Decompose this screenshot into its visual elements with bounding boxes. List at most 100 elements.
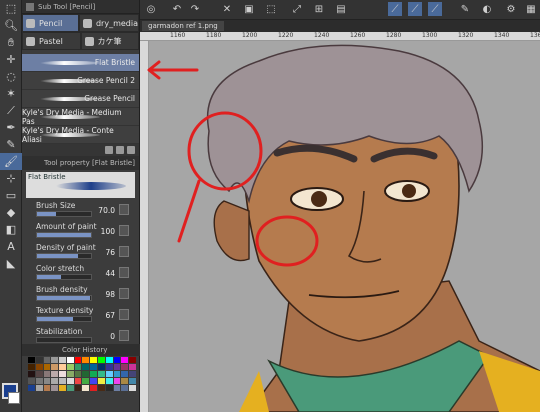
palette-swatch[interactable] bbox=[82, 364, 90, 370]
palette-swatch[interactable] bbox=[66, 357, 74, 363]
dropdown-icon[interactable] bbox=[119, 267, 129, 278]
redo-icon[interactable]: ↷ bbox=[188, 2, 202, 16]
brush-item-kyle-medium-pastel[interactable]: Kyle's Dry Media - Medium Pas bbox=[22, 108, 139, 126]
palette-swatch[interactable] bbox=[90, 371, 98, 377]
palette-swatch[interactable] bbox=[35, 378, 43, 384]
brush-item-kyle-conte[interactable]: Kyle's Dry Media - Conte Aliasi bbox=[22, 126, 139, 144]
palette-swatch[interactable] bbox=[113, 378, 121, 384]
airbrush-icon[interactable]: ⊹ bbox=[0, 170, 22, 187]
undo-icon[interactable]: ↶ bbox=[170, 2, 184, 16]
palette-swatch[interactable] bbox=[74, 357, 82, 363]
palette-swatch[interactable] bbox=[43, 364, 51, 370]
palette-swatch[interactable] bbox=[98, 385, 105, 391]
gradient-icon[interactable]: ◧ bbox=[0, 221, 22, 238]
eraser-icon[interactable]: ▭ bbox=[0, 187, 22, 204]
palette-swatch[interactable] bbox=[113, 364, 121, 370]
canvas[interactable] bbox=[149, 41, 540, 412]
layer-icon[interactable]: ▦ bbox=[524, 2, 538, 16]
magnify-icon[interactable]: 🔍︎ bbox=[0, 17, 22, 34]
brush-item-grease-pencil-2[interactable]: Grease Pencil 2 bbox=[22, 72, 139, 90]
prop-slider[interactable] bbox=[36, 274, 92, 280]
palette-swatch[interactable] bbox=[129, 378, 136, 384]
palette-swatch[interactable] bbox=[98, 371, 105, 377]
select-icon[interactable]: ⬚ bbox=[0, 0, 22, 17]
palette-swatch[interactable] bbox=[129, 357, 136, 363]
dropdown-icon[interactable] bbox=[119, 288, 129, 299]
palette-swatch[interactable] bbox=[105, 378, 113, 384]
palette-swatch[interactable] bbox=[105, 364, 113, 370]
snap-ruler-icon[interactable]: ⟋ bbox=[388, 2, 402, 16]
dropdown-icon[interactable] bbox=[119, 330, 129, 341]
palette-swatch[interactable] bbox=[82, 357, 90, 363]
palette-swatch[interactable] bbox=[43, 371, 51, 377]
snap-grid-icon[interactable]: ⟋ bbox=[428, 2, 442, 16]
prop-texture-density[interactable]: Texture density 67 bbox=[22, 305, 139, 326]
palette-swatch[interactable] bbox=[82, 385, 90, 391]
move-icon[interactable]: ✛ bbox=[0, 51, 22, 68]
prop-brush-density[interactable]: Brush density 98 bbox=[22, 284, 139, 305]
fill-icon[interactable]: ◆ bbox=[0, 204, 22, 221]
palette-swatch[interactable] bbox=[98, 364, 105, 370]
palette-swatch[interactable] bbox=[35, 371, 43, 377]
snap-special-ruler-icon[interactable]: ⟋ bbox=[408, 2, 422, 16]
prop-color-stretch[interactable]: Color stretch 44 bbox=[22, 263, 139, 284]
palette-swatch[interactable] bbox=[43, 357, 51, 363]
palette-swatch[interactable] bbox=[98, 357, 105, 363]
brush-item-grease-pencil[interactable]: Grease Pencil bbox=[22, 90, 139, 108]
palette-swatch[interactable] bbox=[82, 378, 90, 384]
fill-icon[interactable]: ▣ bbox=[242, 2, 256, 16]
palette-swatch[interactable] bbox=[90, 378, 98, 384]
figure-icon[interactable]: ◣ bbox=[0, 255, 22, 272]
palette-swatch[interactable] bbox=[74, 371, 82, 377]
lasso-icon[interactable]: ◌ bbox=[0, 68, 22, 85]
eyedropper-icon[interactable]: ⟋ bbox=[0, 102, 22, 119]
palette-swatch[interactable] bbox=[105, 371, 113, 377]
pen-icon[interactable]: ✒︎ bbox=[0, 119, 22, 136]
palette-swatch[interactable] bbox=[121, 364, 129, 370]
tab-pastel[interactable]: Pastel bbox=[22, 32, 81, 50]
brush-item-flat-bristle[interactable]: Flat Bristle bbox=[22, 54, 139, 72]
dropdown-icon[interactable] bbox=[119, 204, 129, 215]
palette-swatch[interactable] bbox=[82, 371, 90, 377]
palette-swatch[interactable] bbox=[43, 378, 51, 384]
palette-swatch[interactable] bbox=[51, 364, 59, 370]
palette-swatch[interactable] bbox=[59, 371, 66, 377]
palette-swatch[interactable] bbox=[35, 385, 43, 391]
palette-swatch[interactable] bbox=[59, 364, 66, 370]
prop-brush-size[interactable]: Brush Size 70.0 bbox=[22, 200, 139, 221]
document-tab[interactable]: garmadon ref 1.png bbox=[142, 21, 224, 31]
palette-swatch[interactable] bbox=[66, 364, 74, 370]
palette-swatch[interactable] bbox=[105, 385, 113, 391]
prop-density-of-paint[interactable]: Density of paint 76 bbox=[22, 242, 139, 263]
settings-icon[interactable]: ⚙ bbox=[504, 2, 518, 16]
palette-swatch[interactable] bbox=[90, 364, 98, 370]
delete-icon[interactable] bbox=[127, 146, 135, 154]
palette-swatch[interactable] bbox=[90, 385, 98, 391]
palette-swatch[interactable] bbox=[51, 357, 59, 363]
tab-dry-media[interactable]: dry_media bbox=[78, 14, 139, 32]
palette-swatch[interactable] bbox=[121, 371, 129, 377]
palette-swatch[interactable] bbox=[66, 371, 74, 377]
palette-swatch[interactable] bbox=[121, 385, 129, 391]
palette-swatch[interactable] bbox=[35, 357, 43, 363]
palette-swatch[interactable] bbox=[66, 385, 74, 391]
palette-swatch[interactable] bbox=[28, 364, 35, 370]
ruler-icon[interactable]: ▤ bbox=[334, 2, 348, 16]
pressure-icon[interactable] bbox=[119, 246, 129, 257]
palette-swatch[interactable] bbox=[66, 378, 74, 384]
palette-swatch[interactable] bbox=[74, 385, 82, 391]
brush-icon[interactable]: 🖌︎ bbox=[0, 153, 22, 170]
palette-swatch[interactable] bbox=[43, 385, 51, 391]
palette-swatch[interactable] bbox=[59, 357, 66, 363]
palette-swatch[interactable] bbox=[90, 357, 98, 363]
eyedropper-top-icon[interactable]: ✎ bbox=[458, 2, 472, 16]
palette-swatch[interactable] bbox=[113, 371, 121, 377]
snap-icon[interactable]: ⊞ bbox=[312, 2, 326, 16]
palette-swatch[interactable] bbox=[129, 385, 136, 391]
palette-swatch[interactable] bbox=[28, 378, 35, 384]
sub-color-swatch[interactable] bbox=[8, 392, 20, 404]
prop-slider[interactable] bbox=[36, 253, 92, 259]
palette-swatch[interactable] bbox=[28, 357, 35, 363]
color-palette[interactable] bbox=[28, 357, 136, 409]
palette-swatch[interactable] bbox=[129, 364, 136, 370]
